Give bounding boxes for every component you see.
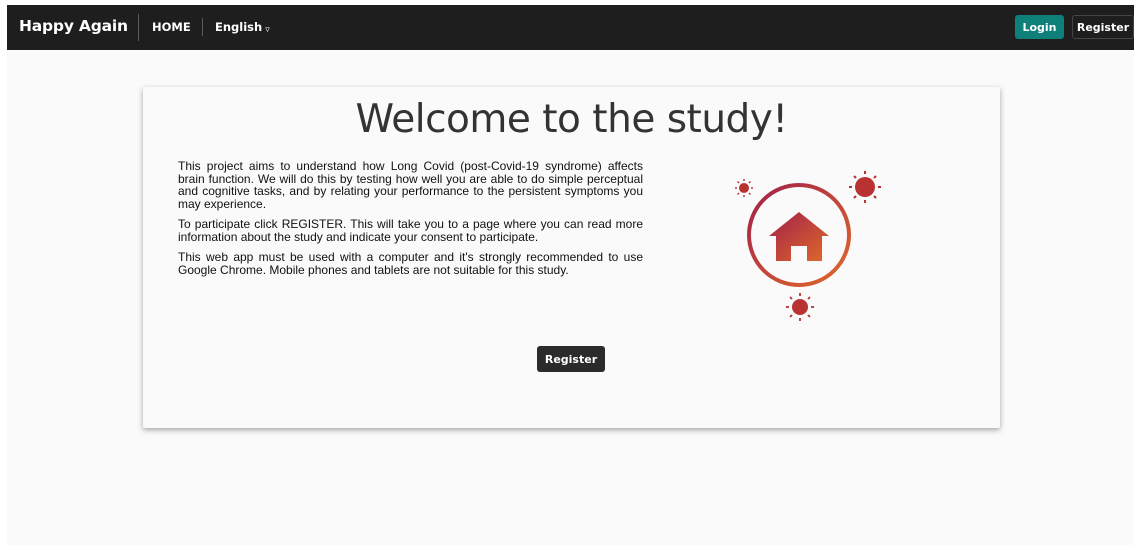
page-frame: Happy Again HOME English ▿ Login Register… xyxy=(7,5,1134,545)
language-label: English xyxy=(215,20,263,34)
nav-home-link[interactable]: HOME xyxy=(152,20,191,34)
intro-text: This project aims to understand how Long… xyxy=(178,160,643,284)
register-button[interactable]: Register xyxy=(537,346,605,372)
login-button[interactable]: Login xyxy=(1015,15,1064,39)
virus-icon xyxy=(735,171,881,321)
happy-again-illustration xyxy=(729,169,889,329)
chevron-down-icon: ▿ xyxy=(265,25,270,35)
nav-divider xyxy=(138,14,139,41)
welcome-card: Welcome to the study! This project aims … xyxy=(143,87,1000,428)
intro-paragraph: This web app must be used with a compute… xyxy=(178,250,643,277)
language-dropdown[interactable]: English ▿ xyxy=(215,20,270,35)
intro-paragraph: To participate click REGISTER. This will… xyxy=(178,217,643,244)
nav-divider xyxy=(202,18,203,36)
navbar: Happy Again HOME English ▿ Login Register xyxy=(7,5,1134,50)
register-nav-button[interactable]: Register xyxy=(1072,15,1134,39)
page-title: Welcome to the study! xyxy=(355,97,788,142)
brand-logo[interactable]: Happy Again xyxy=(19,17,128,35)
intro-paragraph: This project aims to understand how Long… xyxy=(178,159,643,211)
